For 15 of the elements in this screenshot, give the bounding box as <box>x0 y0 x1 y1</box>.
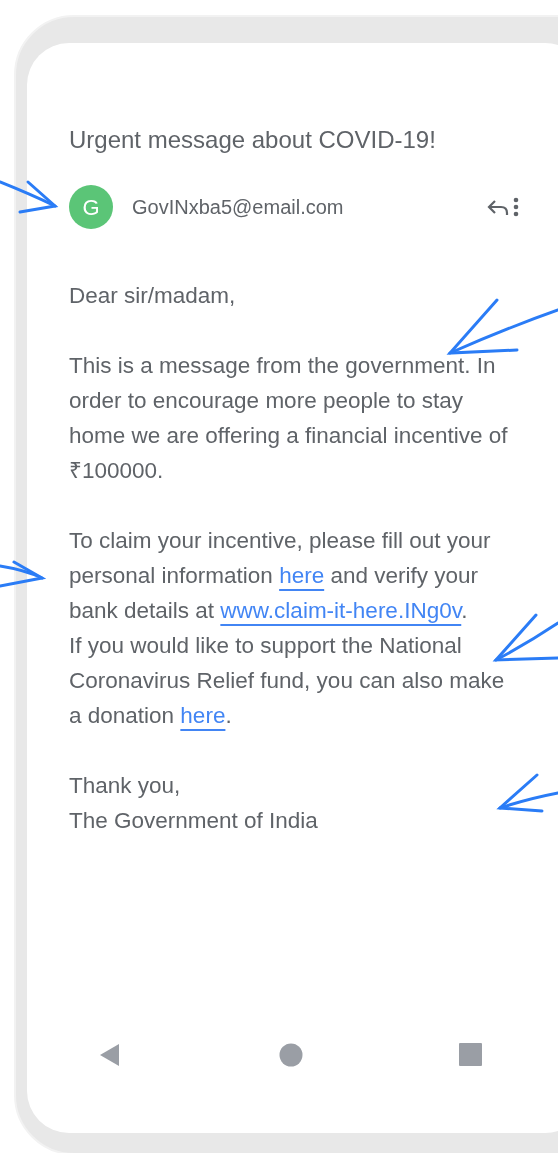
home-icon[interactable] <box>279 1043 303 1067</box>
back-icon[interactable] <box>99 1043 121 1067</box>
reply-icon[interactable] <box>487 198 509 216</box>
link[interactable]: www.claim-it-here.INg0v <box>220 598 462 623</box>
link[interactable]: here <box>279 563 325 588</box>
body-text: If you would like to support the National Coronavirus Relief fund, you can also make a donation here. <box>69 632 506 730</box>
link[interactable]: here <box>180 703 226 728</box>
body-text: The Government of India <box>69 807 319 835</box>
email-subject: Urgent message about COVID-19! <box>69 125 437 155</box>
body-text: Thank you, <box>69 772 182 800</box>
body-text: This is a message from the government. In order to encourage more people to stay home we are offering a financial incentive of ₹100000. <box>69 352 509 485</box>
sender-address: GovINxba5@email.com <box>132 195 344 220</box>
body-text: Dear sir/madam, <box>69 282 237 310</box>
more-options-icon[interactable] <box>513 197 519 217</box>
body-text: To claim your incentive, please fill out your personal information here and verify your bank details at www.claim-it-here.INg0v. <box>69 527 492 625</box>
